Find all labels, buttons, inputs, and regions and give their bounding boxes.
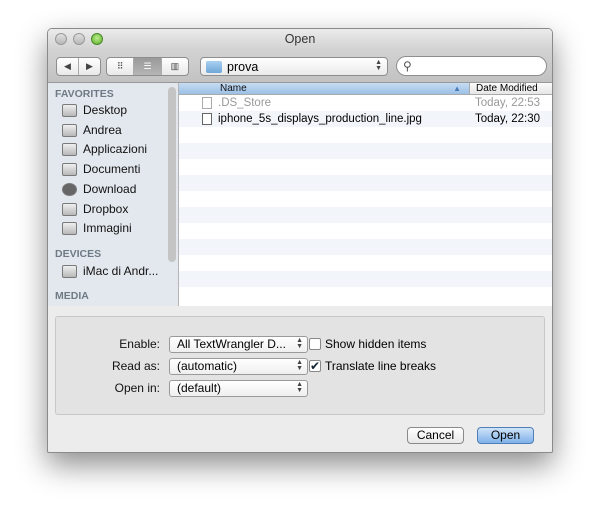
sidebar-item-label: Dropbox	[83, 202, 129, 216]
sidebar-item-label: Andrea	[83, 123, 122, 137]
sidebar: FAVORITES Desktop Andrea Applicazioni Do…	[48, 83, 179, 306]
sidebar-item-label: Download	[83, 182, 137, 196]
file-name: iphone_5s_displays_production_line.jpg	[218, 113, 422, 125]
toolbar: ◀ ▶ ⠿ ☰ ▥ prova ▲ ▼ ⚲	[48, 49, 552, 83]
enable-popup[interactable]: All TextWrangler D... ▲ ▼	[169, 336, 308, 353]
location-label: prova	[227, 59, 259, 74]
zoom-button[interactable]	[91, 33, 103, 45]
column-header-date[interactable]: Date Modified	[469, 83, 552, 94]
sidebar-item-desktop[interactable]: Desktop	[62, 103, 127, 117]
sidebar-item-label: Desktop	[83, 103, 128, 117]
media-header: MEDIA	[55, 290, 89, 302]
sidebar-item-imac[interactable]: iMac di Andr...	[62, 264, 158, 278]
cancel-button[interactable]: Cancel	[407, 427, 464, 444]
sidebar-item-immagini[interactable]: Immagini	[62, 221, 132, 235]
sidebar-item-applicazioni[interactable]: Applicazioni	[62, 142, 147, 156]
minimize-button[interactable]	[73, 33, 85, 45]
file-icon	[202, 97, 212, 109]
list-header: Name ▲ Date Modified	[179, 83, 552, 95]
devices-header: DEVICES	[55, 248, 102, 260]
image-file-icon	[202, 113, 212, 125]
sidebar-item-dropbox[interactable]: Dropbox	[62, 202, 128, 216]
show-hidden-label: Show hidden items	[325, 337, 427, 351]
open-in-popup[interactable]: (default) ▲ ▼	[169, 380, 308, 397]
search-icon: ⚲	[403, 59, 412, 73]
read-as-value: (automatic)	[177, 359, 238, 373]
popup-arrows-icon: ▲ ▼	[296, 359, 303, 372]
translate-line-breaks-checkbox[interactable]: ✔ Translate line breaks	[309, 359, 436, 373]
open-in-value: (default)	[177, 381, 222, 395]
icon-view-button[interactable]: ⠿	[107, 58, 135, 75]
enable-value: All TextWrangler D...	[177, 337, 286, 351]
popup-arrows-icon: ▲ ▼	[375, 59, 382, 72]
search-field[interactable]: ⚲	[396, 56, 547, 76]
read-as-popup[interactable]: (automatic) ▲ ▼	[169, 358, 308, 375]
popup-arrows-icon: ▲ ▼	[296, 381, 303, 394]
table-row[interactable]: iphone_5s_displays_production_line.jpg To…	[179, 111, 552, 127]
list-view-button[interactable]: ☰	[134, 58, 162, 75]
back-button[interactable]: ◀	[57, 58, 79, 75]
file-list: Name ▲ Date Modified .DS_Store Today, 22:5…	[179, 83, 552, 306]
file-name: .DS_Store	[218, 97, 272, 109]
list-rows: .DS_Store Today, 22:53 iphone_5s_displays…	[179, 95, 552, 303]
translate-label: Translate line breaks	[325, 359, 436, 373]
location-popup[interactable]: prova ▲ ▼	[200, 57, 388, 76]
enable-label: Enable:	[119, 337, 160, 351]
desktop-icon	[62, 103, 77, 117]
title-bar: Open	[48, 29, 552, 49]
documents-icon	[62, 162, 77, 176]
sidebar-scrollbar[interactable]	[168, 87, 176, 262]
sidebar-item-label: iMac di Andr...	[83, 264, 159, 278]
view-mode-control: ⠿ ☰ ▥	[106, 57, 189, 76]
sidebar-item-label: Immagini	[83, 221, 132, 235]
checkmark-icon: ✔	[309, 359, 321, 373]
sidebar-item-label: Applicazioni	[83, 142, 148, 156]
camera-icon	[62, 221, 77, 235]
home-icon	[62, 123, 77, 137]
open-button[interactable]: Open	[477, 427, 534, 444]
checkbox-box	[309, 338, 321, 350]
file-date: Today, 22:53	[475, 97, 541, 109]
column-header-name[interactable]: Name ▲	[179, 83, 469, 94]
back-forward-control: ◀ ▶	[56, 57, 101, 76]
open-in-label: Open in:	[114, 381, 160, 395]
file-date: Today, 22:30	[475, 113, 541, 125]
open-dialog: Open ◀ ▶ ⠿ ☰ ▥ prova ▲ ▼ ⚲ FAVORITES Desk…	[47, 28, 553, 453]
options-panel: Enable: All TextWrangler D... ▲ ▼ Read as:…	[55, 316, 545, 415]
close-button[interactable]	[55, 33, 67, 45]
popup-arrows-icon: ▲ ▼	[296, 337, 303, 350]
applications-icon	[62, 142, 77, 156]
folder-icon	[62, 202, 77, 216]
sidebar-item-download[interactable]: Download	[62, 182, 136, 196]
sidebar-item-documenti[interactable]: Documenti	[62, 162, 140, 176]
column-view-button[interactable]: ▥	[162, 58, 188, 75]
table-row[interactable]: .DS_Store Today, 22:53	[179, 95, 552, 111]
sidebar-item-label: Documenti	[83, 162, 141, 176]
favorites-header: FAVORITES	[55, 88, 114, 100]
show-hidden-checkbox[interactable]: Show hidden items	[309, 337, 426, 351]
download-icon	[62, 182, 77, 196]
column-label: Name	[220, 83, 247, 94]
imac-icon	[62, 264, 77, 278]
folder-icon	[206, 60, 222, 73]
forward-button[interactable]: ▶	[79, 58, 100, 75]
sort-ascending-icon: ▲	[453, 84, 461, 93]
sidebar-item-andrea[interactable]: Andrea	[62, 123, 122, 137]
read-as-label: Read as:	[111, 359, 160, 373]
window-title: Open	[284, 32, 316, 46]
